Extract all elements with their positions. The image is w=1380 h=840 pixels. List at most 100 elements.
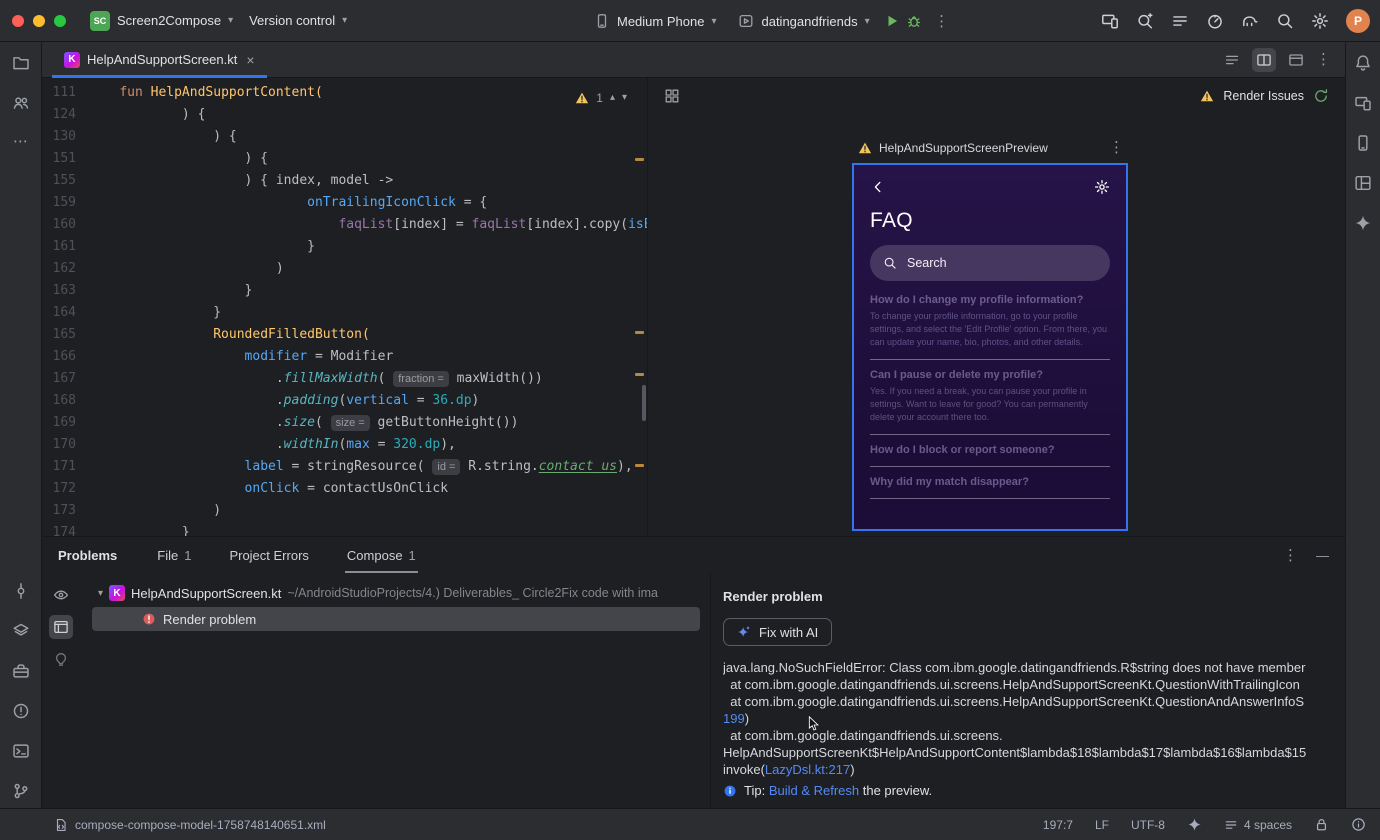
code-line[interactable]: ) { index, model -> (88, 170, 647, 192)
code-line[interactable]: ) (88, 500, 647, 522)
close-window-button[interactable] (12, 14, 24, 27)
code-line[interactable]: .fillMaxWidth( fraction = maxWidth()) (88, 368, 647, 390)
profile-avatar[interactable]: P (1346, 9, 1370, 33)
close-tab-icon[interactable]: × (246, 52, 254, 68)
indent-widget[interactable]: 4 spaces (1224, 818, 1292, 832)
code-line[interactable]: .padding(vertical = 36.dp) (88, 390, 647, 412)
editor-tab[interactable]: K HelpAndSupportScreen.kt × (52, 42, 267, 78)
editor-scrollbar[interactable] (642, 385, 646, 421)
device-mirroring-icon[interactable] (1101, 12, 1119, 30)
inspection-widget[interactable]: 1 ▴ ▾ (571, 85, 631, 111)
more-run-actions-kebab[interactable]: ⋮ (928, 7, 956, 35)
device-manager-icon[interactable] (1354, 134, 1372, 152)
code-line[interactable]: label = stringResource( id = R.string.co… (88, 456, 647, 478)
commit-icon[interactable] (12, 582, 30, 600)
project-folder-icon[interactable] (12, 54, 30, 72)
app-menu[interactable]: SC Screen2Compose ▾ (82, 6, 241, 36)
ui-check-mode-icon[interactable] (664, 88, 680, 104)
panel-title[interactable]: Problems (58, 548, 117, 563)
code-line[interactable]: .widthIn(max = 320.dp), (88, 434, 647, 456)
panel-tab-file[interactable]: File 1 (155, 537, 193, 573)
ai-search-icon[interactable] (1136, 12, 1154, 30)
terminal-icon[interactable] (12, 742, 30, 760)
code-line[interactable]: onTrailingIconClick = { (88, 192, 647, 214)
vcs-menu[interactable]: Version control ▾ (241, 8, 355, 33)
warning-stripe-mark[interactable] (635, 331, 644, 334)
warning-stripe-mark[interactable] (635, 373, 644, 376)
status-file-name[interactable]: compose-compose-model-1758748140651.xml (75, 818, 326, 832)
code-area[interactable]: fun HelpAndSupportContent( ) { ) { ) { )… (88, 78, 647, 536)
back-icon[interactable] (870, 179, 886, 195)
file-encoding[interactable]: UTF-8 (1131, 818, 1165, 832)
profiler-icon[interactable] (1206, 12, 1224, 30)
running-devices-icon[interactable] (1354, 94, 1372, 112)
run-config-selector[interactable]: datingandfriends ▾ (730, 8, 877, 34)
run-button[interactable] (884, 13, 900, 29)
panel-tab-compose[interactable]: Compose 1 (344, 537, 418, 573)
code-line[interactable]: onClick = contactUsOnClick (88, 478, 647, 500)
version-control-icon[interactable] (12, 782, 30, 800)
settings-gear-icon[interactable] (1094, 179, 1110, 195)
next-issue-icon[interactable]: ▾ (622, 87, 627, 109)
quick-fix-bulb-icon[interactable] (49, 647, 73, 671)
pull-requests-icon[interactable] (12, 94, 30, 112)
debug-button[interactable] (906, 13, 922, 29)
code-line[interactable]: fun HelpAndSupportContent( (88, 82, 647, 104)
render-issues-label[interactable]: Render Issues (1223, 89, 1304, 103)
code-line[interactable]: } (88, 522, 647, 536)
panel-tab-project-errors[interactable]: Project Errors (227, 537, 310, 573)
minimize-window-button[interactable] (33, 14, 45, 27)
code-line[interactable]: ) { (88, 126, 647, 148)
notifications-bell-icon[interactable] (1354, 54, 1372, 72)
code-line[interactable]: faqList[index] = faqList[index].copy(isE (88, 214, 647, 236)
preview-toggle-eye-icon[interactable] (49, 583, 73, 607)
code-line[interactable]: } (88, 302, 647, 324)
warning-stripe-mark[interactable] (635, 464, 644, 467)
problems-icon[interactable] (12, 702, 30, 720)
code-view-icon[interactable] (1220, 48, 1244, 72)
fix-with-ai-button[interactable]: Fix with AI (723, 618, 833, 646)
gradle-sync-icon[interactable] (1241, 12, 1259, 30)
refresh-preview-icon[interactable] (1313, 88, 1329, 104)
code-line[interactable]: ) { (88, 148, 647, 170)
code-line[interactable]: .size( size = getButtonHeight()) (88, 412, 647, 434)
tab-options-kebab[interactable]: ⋮ (1316, 52, 1331, 67)
warning-stripe-mark[interactable] (635, 158, 644, 161)
todo-list-icon[interactable] (1171, 12, 1189, 30)
stack-link[interactable]: 199 (723, 711, 745, 726)
layers-icon[interactable] (12, 622, 30, 640)
more-tool-windows-icon[interactable]: ⋯ (13, 134, 28, 149)
code-line[interactable]: ) { (88, 104, 647, 126)
preview-options-kebab[interactable]: ⋮ (1109, 140, 1124, 155)
panel-options-kebab[interactable]: ⋮ (1283, 548, 1298, 563)
zoom-window-button[interactable] (54, 14, 66, 27)
settings-icon[interactable] (1311, 12, 1329, 30)
design-view-icon[interactable] (1284, 48, 1308, 72)
build-refresh-link[interactable]: Build & Refresh (769, 783, 859, 798)
device-selector[interactable]: Medium Phone ▾ (586, 8, 724, 34)
caret-position[interactable]: 197:7 (1043, 818, 1073, 832)
code-line[interactable]: ) (88, 258, 647, 280)
info-icon[interactable] (1351, 817, 1366, 832)
details-view-icon[interactable] (49, 615, 73, 639)
code-editor[interactable]: 111 124 130 151 155 159 160 161 162 163 164 165 166 1… (42, 78, 648, 536)
gemini-icon[interactable] (1354, 214, 1372, 232)
build-icon[interactable] (12, 662, 30, 680)
layout-inspector-icon[interactable] (1354, 174, 1372, 192)
hide-panel-icon[interactable]: — (1316, 548, 1329, 563)
split-view-icon[interactable] (1252, 47, 1276, 72)
prev-issue-icon[interactable]: ▴ (610, 87, 615, 109)
lock-icon[interactable] (1314, 817, 1329, 832)
code-line[interactable]: } (88, 236, 647, 258)
code-line[interactable]: modifier = Modifier (88, 346, 647, 368)
ai-status-icon[interactable] (1187, 817, 1202, 832)
line-separator[interactable]: LF (1095, 818, 1109, 832)
faq-search-bar[interactable]: Search (870, 245, 1110, 281)
problem-row[interactable]: Render problem (92, 607, 700, 631)
code-line[interactable]: RoundedFilledButton( (88, 324, 647, 346)
preview-frame[interactable]: FAQ Search How do I change my profile in… (852, 163, 1128, 531)
search-icon[interactable] (1276, 12, 1294, 30)
file-row[interactable]: ▾ K HelpAndSupportScreen.kt ~/AndroidStu… (80, 581, 710, 605)
code-line[interactable]: } (88, 280, 647, 302)
stack-link[interactable]: LazyDsl.kt:217 (765, 762, 850, 777)
